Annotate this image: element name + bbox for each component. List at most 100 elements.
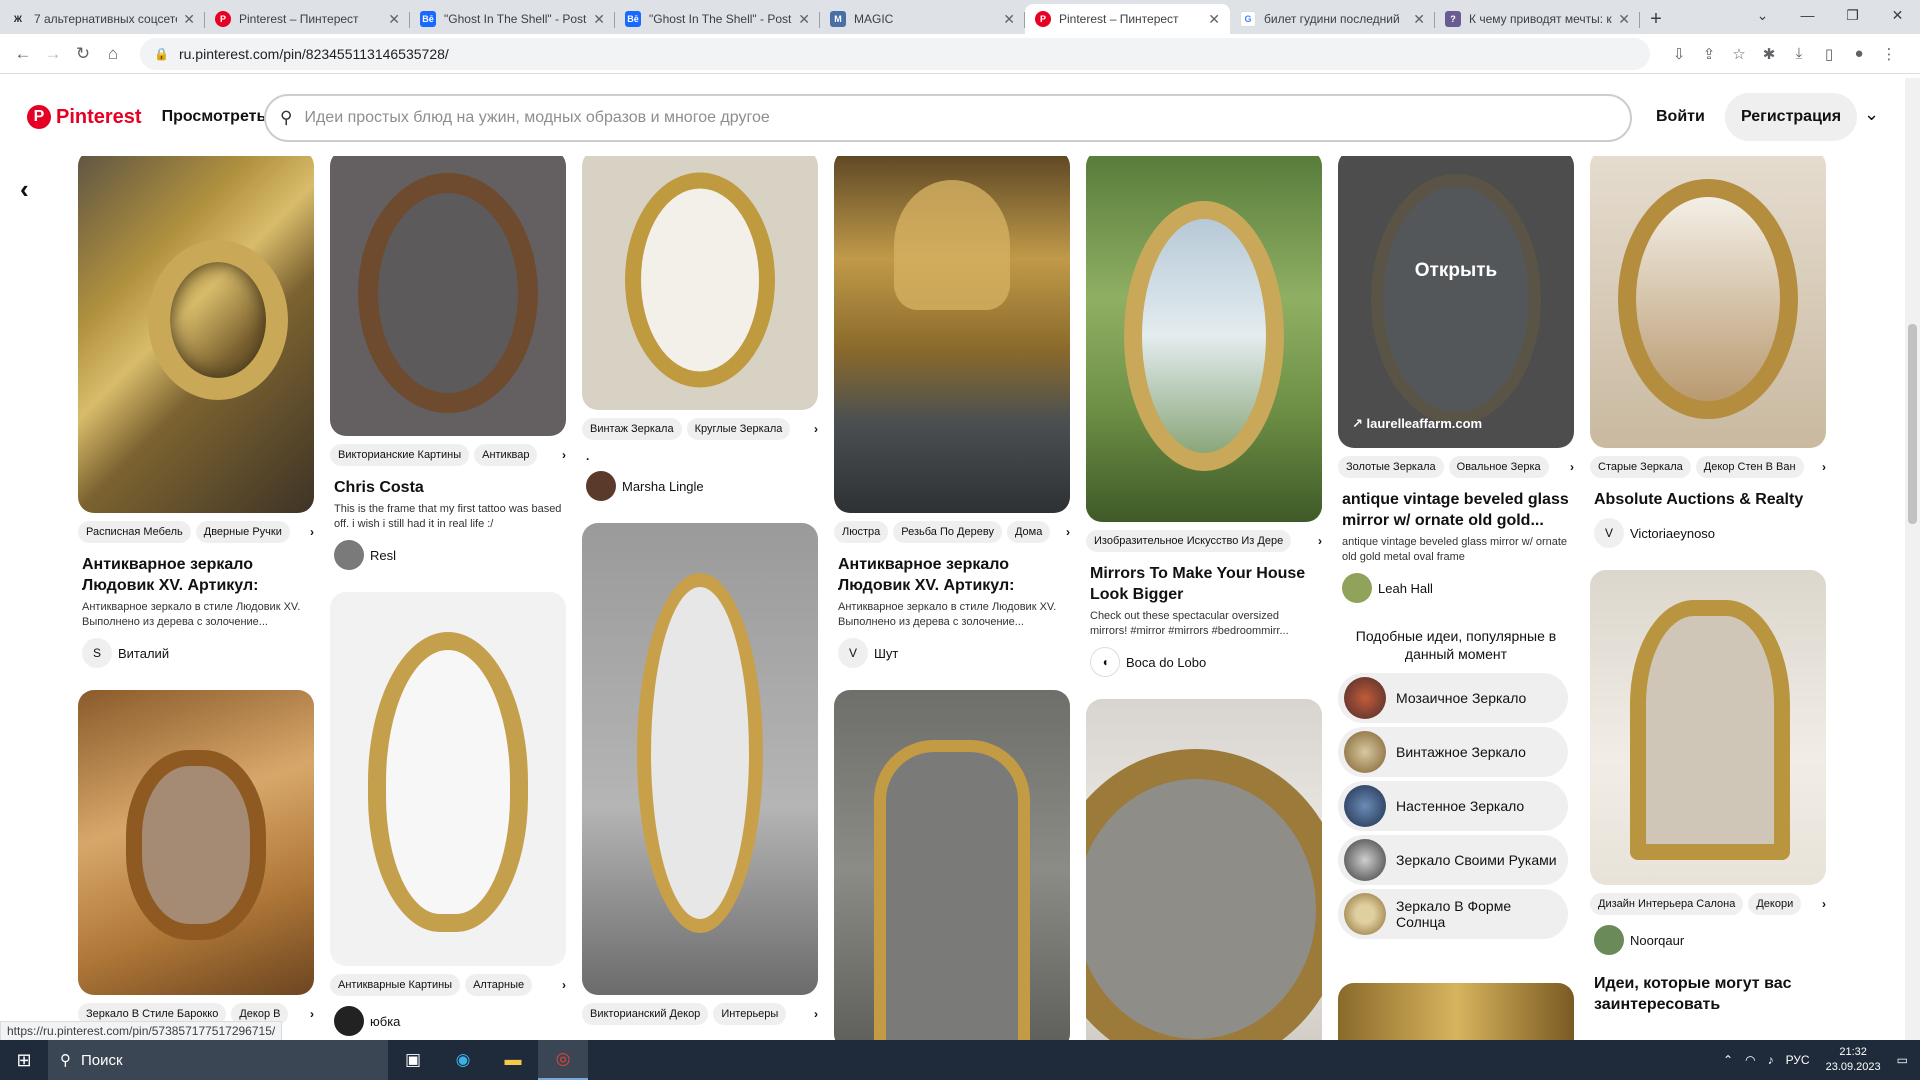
browser-tab[interactable]: ? К чему приводят мечты: к ✕ <box>1435 4 1640 34</box>
idea-mosaic-mirror[interactable]: Мозаичное Зеркало <box>1338 673 1568 723</box>
tag-chip[interactable]: Люстра <box>834 521 889 543</box>
pin-image[interactable] <box>330 156 566 436</box>
pin-card[interactable]: Винтаж Зеркала Круглые Зеркала › . Marsha … <box>582 156 818 501</box>
pin-image[interactable] <box>582 523 818 995</box>
tag-chip[interactable]: Декори <box>1748 893 1802 915</box>
pin-image[interactable] <box>78 690 314 995</box>
tag-chip[interactable]: Расписная Мебель <box>78 521 191 543</box>
tag-chip[interactable]: Золотые Зеркала <box>1338 456 1444 478</box>
tag-chip[interactable]: Антиквар <box>474 444 538 466</box>
pin-image[interactable] <box>330 592 566 966</box>
close-icon[interactable]: ✕ <box>1413 11 1425 28</box>
browser-tab-active[interactable]: P Pinterest – Пинтерест ✕ <box>1025 4 1230 34</box>
sidebar-icon[interactable]: ▯ <box>1814 39 1844 69</box>
tag-chip[interactable]: Винтаж Зеркала <box>582 418 682 440</box>
pin-card[interactable] <box>1086 699 1322 1040</box>
tag-chip[interactable]: Овальное Зерка <box>1448 456 1549 478</box>
chevron-down-icon[interactable]: ⌄ <box>1864 104 1879 125</box>
share-icon[interactable]: ⇪ <box>1694 39 1724 69</box>
tag-chip[interactable]: Интерьеры <box>713 1003 787 1025</box>
chevron-right-icon[interactable]: › <box>310 1007 314 1021</box>
tag-chip[interactable]: Викторианский Декор <box>582 1003 709 1025</box>
close-icon[interactable]: ✕ <box>798 11 810 28</box>
idea-wall-mirror[interactable]: Настенное Зеркало <box>1338 781 1568 831</box>
browse-link[interactable]: Просмотреть <box>162 108 267 126</box>
scrollbar-thumb[interactable] <box>1908 324 1917 524</box>
close-icon[interactable]: ✕ <box>1618 11 1630 28</box>
tag-chip[interactable]: Дверные Ручки <box>195 521 290 543</box>
tab-search-icon[interactable]: ⌄ <box>1740 0 1785 30</box>
restore-icon[interactable]: ❐ <box>1830 0 1875 30</box>
pinterest-logo[interactable]: P Pinterest <box>27 105 142 129</box>
tag-chip[interactable]: Алтарные <box>465 974 533 996</box>
search-box[interactable]: ⚲ <box>264 94 1632 142</box>
tray-chevron-icon[interactable]: ⌃ <box>1723 1053 1733 1067</box>
tag-chip[interactable]: Декор Стен В Ван <box>1695 456 1804 478</box>
chevron-right-icon[interactable]: › <box>814 422 818 436</box>
login-button[interactable]: Войти <box>1656 108 1705 126</box>
reload-icon[interactable]: ↻ <box>72 43 94 65</box>
profile-icon[interactable]: ● <box>1844 39 1874 69</box>
pin-user[interactable]: Resl <box>330 540 566 570</box>
pin-title[interactable]: Chris Costa <box>330 477 566 498</box>
notifications-icon[interactable]: ▭ <box>1897 1053 1908 1067</box>
url-bar[interactable]: 🔒 ru.pinterest.com/pin/82345511314653572… <box>140 37 1650 70</box>
home-icon[interactable]: ⌂ <box>102 43 124 65</box>
idea-vintage-mirror[interactable]: Винтажное Зеркало <box>1338 727 1568 777</box>
clock[interactable]: 21:32 23.09.2023 <box>1826 1045 1881 1075</box>
pin-image[interactable] <box>78 156 314 513</box>
wifi-icon[interactable]: ◠ <box>1745 1053 1755 1067</box>
pin-title[interactable]: Антикварное зеркало Людовик XV. Артикул:… <box>834 554 1070 596</box>
tag-chip[interactable]: Резьба По Дереву <box>893 521 1002 543</box>
chevron-right-icon[interactable]: › <box>1318 534 1322 548</box>
browser-tab[interactable]: M MAGIC ✕ <box>820 4 1025 34</box>
menu-icon[interactable]: ⋮ <box>1874 39 1904 69</box>
volume-icon[interactable]: ♪ <box>1768 1053 1774 1067</box>
close-icon[interactable]: ✕ <box>388 11 400 28</box>
forward-icon[interactable]: → <box>42 43 64 65</box>
close-window-icon[interactable]: ✕ <box>1875 0 1920 30</box>
tag-chip[interactable]: Викторианские Картины <box>330 444 470 466</box>
pin-image[interactable]: Открыть ↗ laurelleaffarm.com <box>1338 156 1574 448</box>
pin-title[interactable]: antique vintage beveled glass mirror w/ … <box>1338 489 1574 531</box>
pin-title[interactable]: Антикварное зеркало Людовик XV. Артикул:… <box>78 554 314 596</box>
pin-card[interactable]: Старые Зеркала Декор Стен В Ван › Absolute… <box>1590 156 1826 548</box>
pin-user[interactable]: ◖ Boca do Lobo <box>1086 647 1322 677</box>
pin-user[interactable]: юбка <box>330 1006 566 1036</box>
language-indicator[interactable]: РУС <box>1786 1053 1810 1067</box>
pin-user[interactable]: V Victoriaeynoso <box>1590 518 1826 548</box>
pin-card[interactable]: Зеркало В Стиле Барокко Декор В › <box>78 690 314 1027</box>
pin-card[interactable]: Расписная Мебель Дверные Ручки › Антикварн… <box>78 156 314 668</box>
pin-image[interactable] <box>834 156 1070 513</box>
extensions-icon[interactable]: ✱ <box>1754 39 1784 69</box>
chrome-icon[interactable]: ◎ <box>538 1040 588 1080</box>
idea-diy-mirror[interactable]: Зеркало Своими Руками <box>1338 835 1568 885</box>
chevron-right-icon[interactable]: › <box>1570 460 1574 474</box>
pin-card[interactable]: Викторианские Картины Антиквар › Chris Cos… <box>330 156 566 570</box>
new-tab-button[interactable]: + <box>1640 4 1672 34</box>
pin-image[interactable] <box>1086 699 1322 1040</box>
idea-sun-mirror[interactable]: Зеркало В Форме Солнца <box>1338 889 1568 939</box>
tag-chip[interactable]: Дизайн Интерьера Салона <box>1590 893 1744 915</box>
close-icon[interactable]: ✕ <box>593 11 605 28</box>
tag-chip[interactable]: Круглые Зеркала <box>686 418 791 440</box>
browser-tab[interactable]: Gбилет гудини последний ✕ <box>1230 4 1435 34</box>
pin-image[interactable] <box>1590 156 1826 448</box>
pin-card[interactable]: Дизайн Интерьера Салона Декори › Noorqaur … <box>1590 570 1826 1015</box>
pin-card[interactable]: Антикварные Картины Алтарные › юбка <box>330 592 566 1036</box>
pin-card[interactable]: Люстра Резьба По Дереву Дома › Антикварное … <box>834 156 1070 668</box>
signup-button[interactable]: Регистрация <box>1725 93 1858 141</box>
pin-user[interactable]: Leah Hall <box>1338 573 1574 603</box>
close-icon[interactable]: ✕ <box>1208 11 1220 28</box>
chevron-right-icon[interactable]: › <box>1822 897 1826 911</box>
browser-tab[interactable]: Ж 7 альтернативных соцсете ✕ <box>0 4 205 34</box>
bookmark-star-icon[interactable]: ☆ <box>1724 39 1754 69</box>
pin-title[interactable]: Absolute Auctions & Realty <box>1590 489 1826 510</box>
browser-tab[interactable]: Bē "Ghost In The Shell" - Post ✕ <box>410 4 615 34</box>
pin-card[interactable]: Викторианский Декор Интерьеры › <box>582 523 818 1027</box>
search-input[interactable] <box>304 109 1505 127</box>
source-link[interactable]: ↗ laurelleaffarm.com <box>1352 416 1482 432</box>
pin-image[interactable] <box>582 156 818 410</box>
pin-card[interactable]: Изобразительное Искусство Из Дере › Mirro… <box>1086 156 1322 677</box>
edge-icon[interactable]: ◉ <box>438 1040 488 1080</box>
